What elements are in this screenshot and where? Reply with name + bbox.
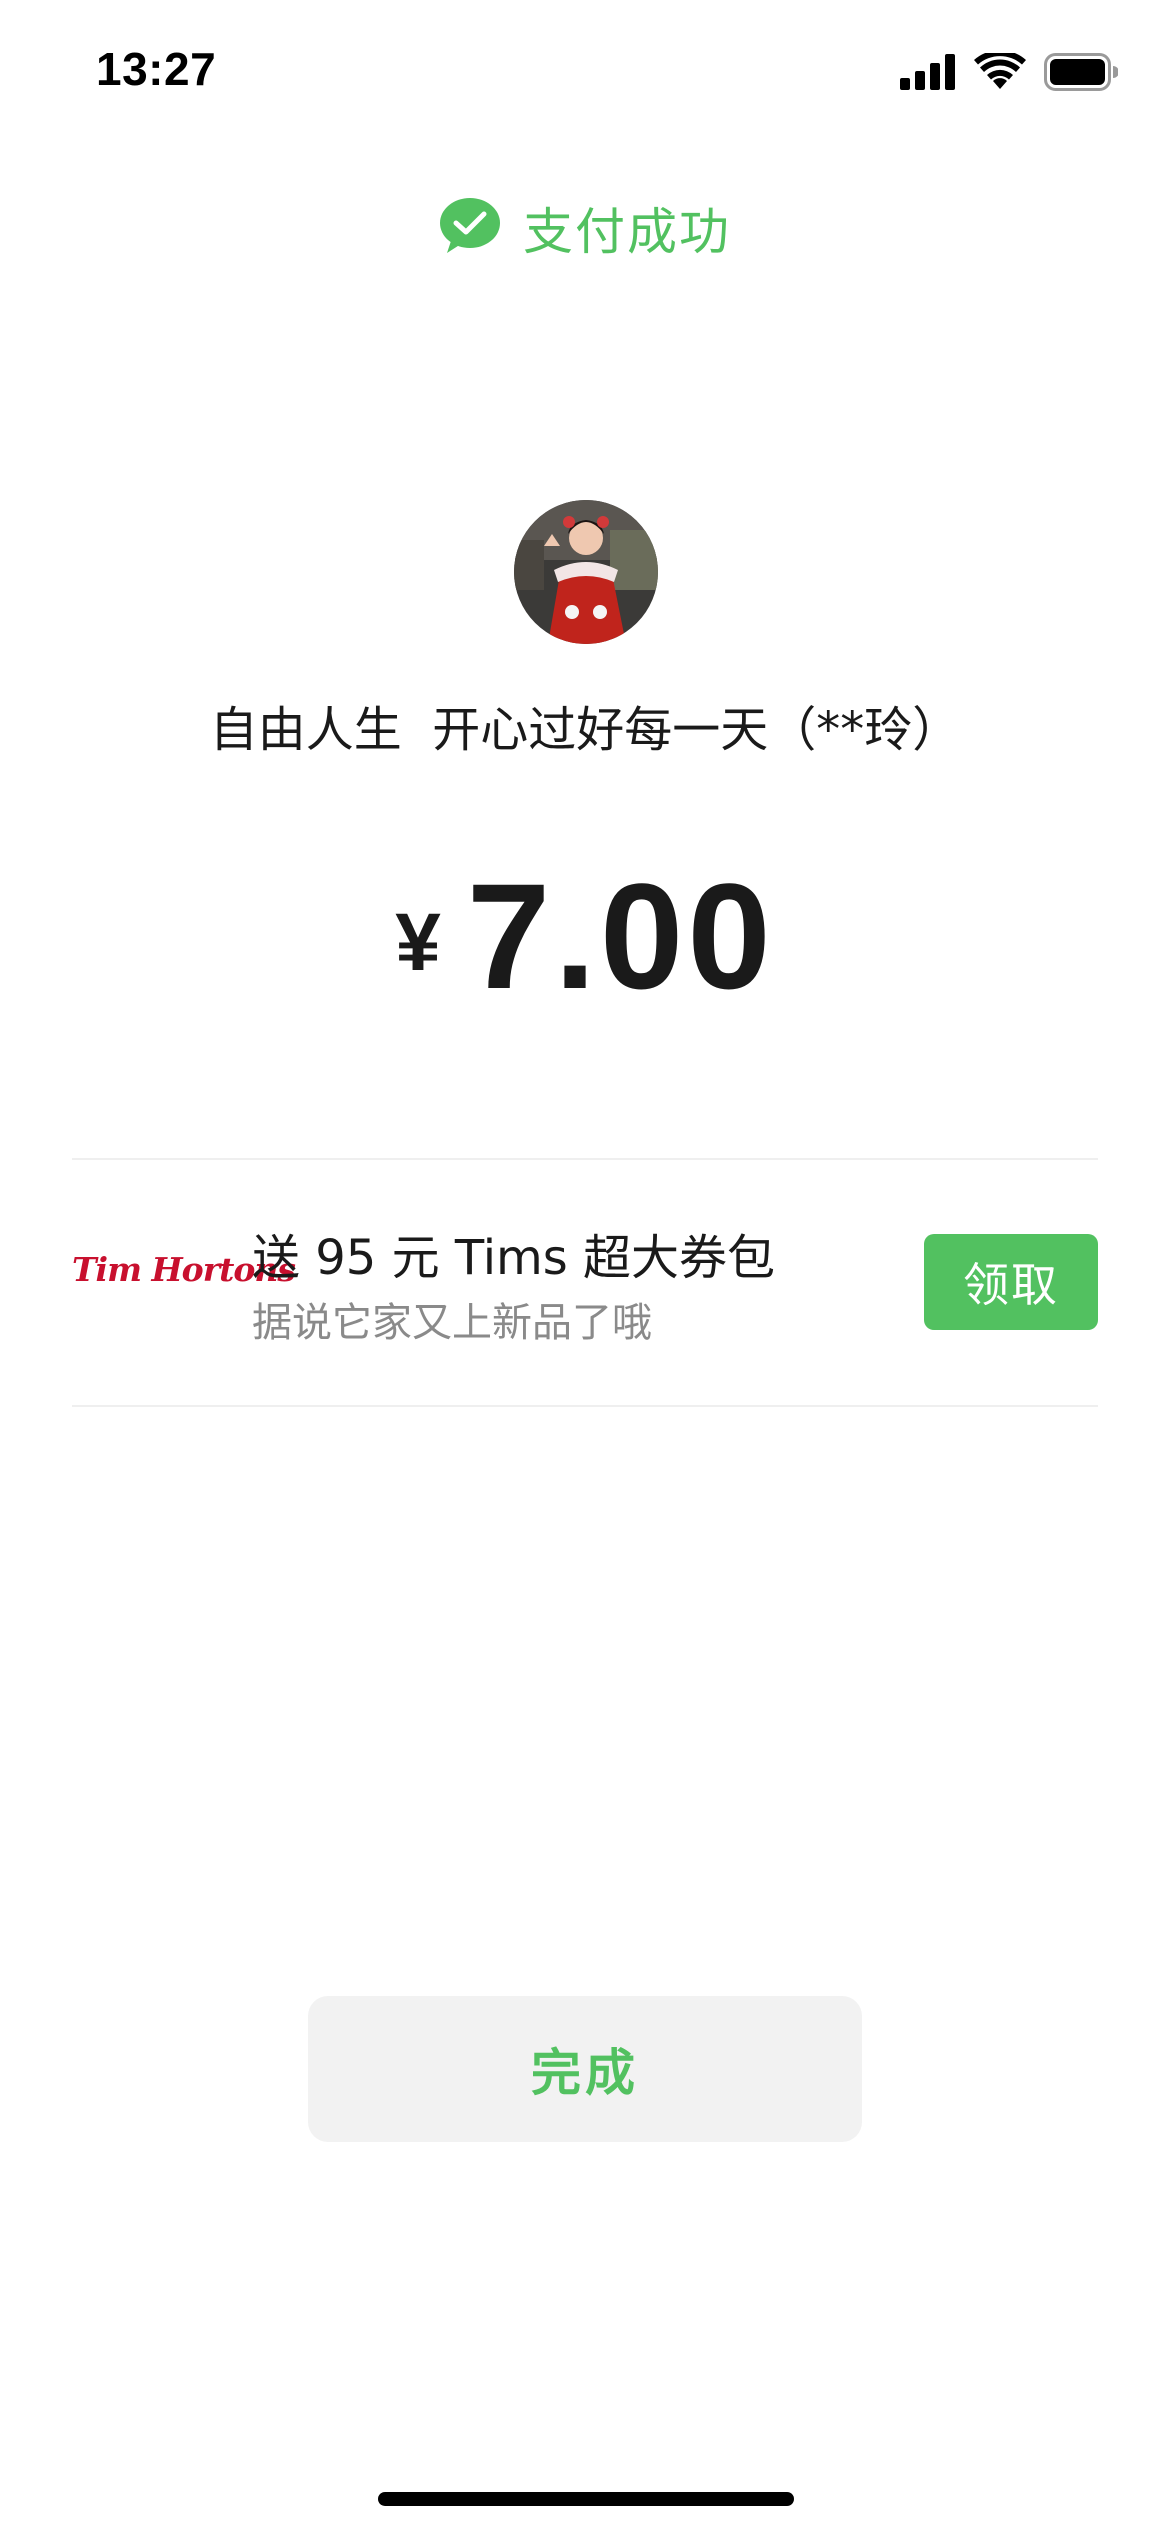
payee-name: 自由人生 开心过好每一天（**玲） xyxy=(209,702,961,758)
promo-banner[interactable]: Tim Hortons 送 95 元 Tims 超大券包 据说它家又上新品了哦 … xyxy=(72,1160,1098,1405)
status-time: 13:27 xyxy=(96,43,217,95)
amount-value: 7.00 xyxy=(466,852,775,1020)
divider xyxy=(72,1405,1098,1407)
promo-title: 送 95 元 Tims 超大券包 xyxy=(252,1230,776,1286)
cellular-signal-icon xyxy=(900,54,956,94)
claim-button[interactable]: 领取 xyxy=(924,1234,1098,1330)
battery-icon xyxy=(1044,53,1119,95)
wifi-icon xyxy=(974,50,1026,95)
home-indicator[interactable] xyxy=(378,2492,794,2506)
payment-amount: ¥ 7.00 xyxy=(0,850,1170,1023)
avatar xyxy=(514,500,658,644)
wechat-icon xyxy=(439,197,501,259)
payment-success-header: 支付成功 xyxy=(0,192,1170,264)
tim-hortons-logo: Tim Hortons xyxy=(72,1250,296,1289)
currency-symbol: ¥ xyxy=(395,897,441,988)
promo-subtitle: 据说它家又上新品了哦 xyxy=(252,1300,652,1346)
done-button[interactable]: 完成 xyxy=(308,1996,862,2142)
status-icons xyxy=(900,50,1119,96)
payment-success-title: 支付成功 xyxy=(523,203,731,261)
status-bar: 13:27 xyxy=(0,0,1170,150)
